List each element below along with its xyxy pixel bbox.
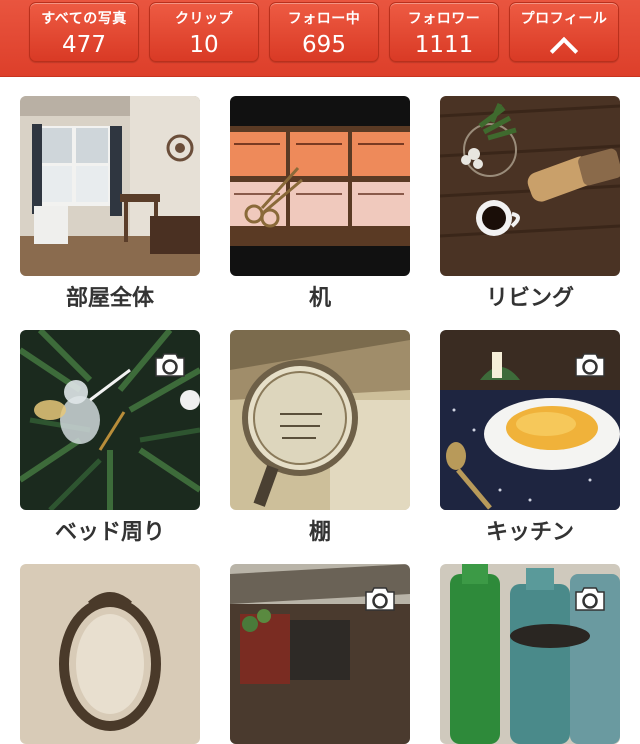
photo-thumbnail[interactable] bbox=[230, 330, 410, 510]
category-label: 部屋全体 bbox=[65, 286, 154, 311]
all-photos-button[interactable]: すべての写真 477 bbox=[29, 2, 139, 62]
photo-thumbnail[interactable] bbox=[440, 96, 620, 276]
camera-icon bbox=[155, 353, 185, 377]
camera-icon bbox=[575, 353, 605, 377]
followers-label: フォロワー bbox=[407, 11, 481, 27]
stats-header: すべての写真 477 クリップ 10 フォロー中 695 フォロワー 1111 … bbox=[0, 0, 640, 77]
clip-button[interactable]: クリップ 10 bbox=[149, 2, 259, 62]
photo-thumbnail[interactable] bbox=[230, 96, 410, 276]
category-label: リビング bbox=[485, 286, 574, 311]
category-label: 棚 bbox=[308, 520, 331, 545]
category-label: ベッド周り bbox=[54, 520, 165, 545]
profile-button[interactable]: プロフィール bbox=[509, 2, 619, 66]
profile-label: プロフィール bbox=[520, 11, 608, 27]
followers-button[interactable]: フォロワー 1111 bbox=[389, 2, 499, 62]
photo-thumbnail[interactable] bbox=[20, 96, 200, 276]
clip-label: クリップ bbox=[175, 11, 233, 27]
category-label: 机 bbox=[308, 286, 331, 311]
all-photos-count: 477 bbox=[62, 32, 106, 58]
followers-count: 1111 bbox=[414, 32, 474, 58]
clip-count: 10 bbox=[189, 32, 219, 58]
category-label: キッチン bbox=[485, 520, 574, 545]
following-count: 695 bbox=[302, 32, 346, 58]
chevron-up-icon bbox=[549, 36, 579, 66]
following-button[interactable]: フォロー中 695 bbox=[269, 2, 379, 62]
following-label: フォロー中 bbox=[287, 11, 361, 27]
all-photos-label: すべての写真 bbox=[41, 11, 127, 27]
camera-icon bbox=[365, 587, 395, 611]
camera-icon bbox=[575, 587, 605, 611]
photo-thumbnail[interactable] bbox=[20, 564, 200, 744]
